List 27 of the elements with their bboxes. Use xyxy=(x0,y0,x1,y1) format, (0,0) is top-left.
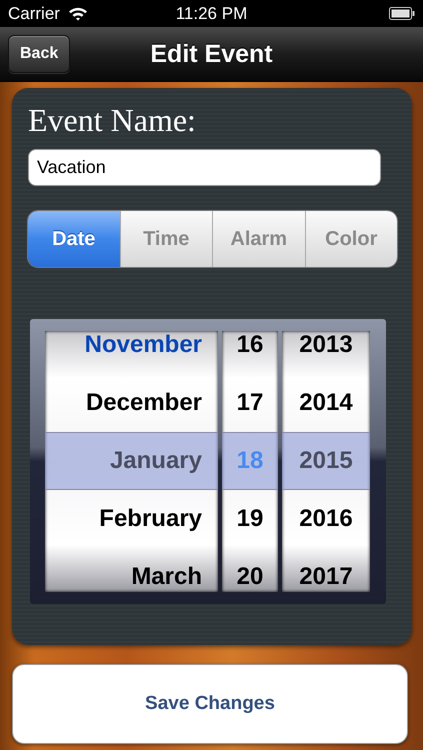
picker-wheel[interactable]: November December January February March xyxy=(45,331,218,592)
picker-option[interactable]: December xyxy=(45,374,218,432)
picker-option[interactable]: 2015 xyxy=(282,432,370,490)
picker-option[interactable]: 2017 xyxy=(282,548,370,592)
event-name-label: Event Name: xyxy=(28,102,197,139)
picker-option[interactable]: 2013 xyxy=(282,331,370,374)
back-button[interactable]: Back xyxy=(8,35,70,73)
wifi-icon xyxy=(68,6,88,21)
picker-option[interactable]: 20 xyxy=(222,548,278,592)
picker-option[interactable]: 16 xyxy=(222,331,278,374)
picker-option[interactable]: 2016 xyxy=(282,490,370,548)
picker-option[interactable]: January xyxy=(45,432,218,490)
picker-option[interactable]: March xyxy=(45,548,218,592)
picker-option[interactable]: February xyxy=(45,490,218,548)
picker-option[interactable]: November xyxy=(45,331,218,374)
battery-icon xyxy=(389,7,415,20)
picker-option[interactable]: 17 xyxy=(222,374,278,432)
picker-wheel[interactable]: 16 17 18 19 20 xyxy=(222,331,278,592)
picker-option[interactable]: 19 xyxy=(222,490,278,548)
event-name-field[interactable]: Vacation xyxy=(28,149,381,186)
carrier-label: Carrier xyxy=(8,4,60,24)
segment-tab[interactable]: Date xyxy=(28,211,120,267)
clock-time: 11:26 PM xyxy=(176,4,248,22)
save-changes-button[interactable]: Save Changes xyxy=(12,664,408,744)
picker-wheel[interactable]: 2013 2014 2015 2016 2017 xyxy=(282,331,370,592)
picker-option[interactable]: 2014 xyxy=(282,374,370,432)
screen-title: Edit Event xyxy=(150,40,273,68)
